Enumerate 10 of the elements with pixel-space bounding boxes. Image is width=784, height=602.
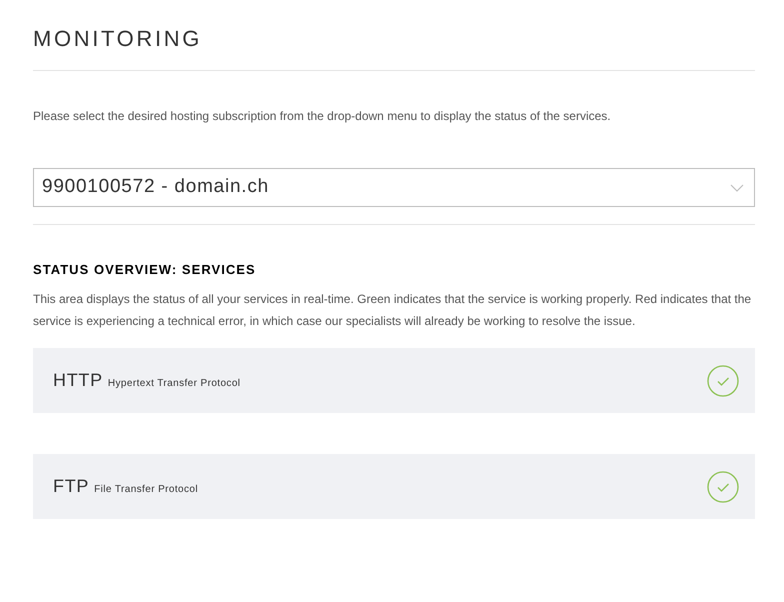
service-name: FTP [53, 475, 90, 498]
service-name: HTTP [53, 369, 103, 392]
section-heading: STATUS OVERVIEW: SERVICES [33, 262, 257, 278]
page-title: MONITORING [33, 26, 203, 52]
chevron-down-icon [730, 184, 744, 192]
section-description: This area displays the status of all your services in real-time. Green indicates that the service is working properly. Red indicates that the service is experiencing a technical error, in which case our specialists will already be working to resolve the issue. [33, 291, 752, 330]
service-full-name: Hypertext Transfer Protocol [108, 377, 240, 391]
service-full-name: File Transfer Protocol [94, 483, 198, 497]
subscription-select[interactable]: 9900100572 - domain.ch [33, 168, 755, 207]
intro-text: Please select the desired hosting subscription from the drop-down menu to display the status of the services. [33, 108, 612, 125]
